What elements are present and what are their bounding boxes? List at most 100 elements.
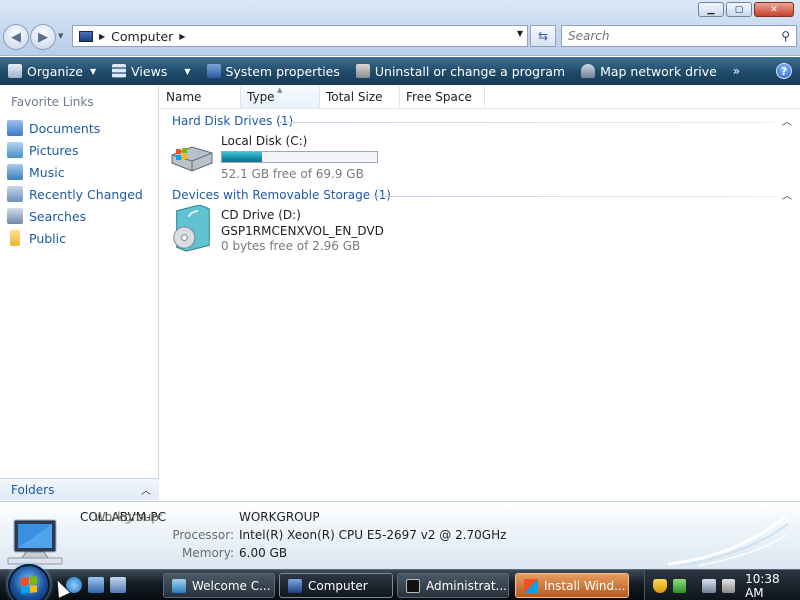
title-bar: ▁ ▢ ✕ ◀ ▶ ▼ ▶ Computer ▶ ▼ ⇆ ⚲: [0, 0, 800, 56]
nav-recently-changed[interactable]: Recently Changed: [0, 183, 158, 205]
workgroup-value: WORKGROUP: [239, 510, 320, 524]
more-commands-button[interactable]: »: [725, 57, 748, 85]
collapse-icon[interactable]: ︿: [782, 113, 792, 128]
drive-usage-bar: [221, 151, 378, 163]
computer-icon: [79, 30, 93, 42]
back-arrow-icon: ◀: [11, 29, 21, 45]
drive-cd-d[interactable]: CD Drive (D:) GSP1RMCENXVOL_EN_DVD 0 byt…: [160, 205, 800, 255]
chevron-down-icon: ▼: [58, 32, 64, 40]
maximize-button[interactable]: ▢: [726, 2, 752, 17]
sort-ascending-icon: ▲: [277, 86, 283, 94]
decorative-swoosh: [668, 514, 788, 566]
nav-label: Public: [29, 230, 66, 246]
column-type[interactable]: Type ▲: [241, 86, 320, 108]
chevron-up-icon: ︿: [141, 486, 151, 497]
security-shield-icon[interactable]: [653, 578, 667, 593]
group-title: Hard Disk Drives (1): [172, 114, 294, 128]
public-icon: [10, 230, 20, 246]
uninstall-program-button[interactable]: Uninstall or change a program: [348, 57, 573, 85]
column-total-size[interactable]: Total Size: [320, 86, 400, 108]
welcome-center-icon: [172, 578, 186, 593]
computer-icon: [288, 578, 302, 593]
map-network-drive-label: Map network drive: [600, 63, 717, 79]
pictures-icon: [7, 142, 23, 158]
show-desktop-icon[interactable]: [88, 577, 104, 593]
windows-update-icon[interactable]: [672, 578, 687, 593]
group-title: Devices with Removable Storage (1): [172, 188, 391, 202]
taskbar-item-welcome[interactable]: Welcome C...: [163, 573, 275, 598]
nav-searches[interactable]: Searches: [0, 205, 158, 227]
refresh-button[interactable]: ⇆: [530, 25, 556, 47]
window-controls: ▁ ▢ ✕: [698, 2, 794, 17]
organize-icon: [8, 64, 22, 78]
network-icon[interactable]: [702, 578, 716, 593]
group-hard-disk-drives[interactable]: Hard Disk Drives (1) ︿: [160, 111, 800, 131]
minimize-button[interactable]: ▁: [698, 2, 724, 17]
navigation-pane: Favorite Links Documents Pictures Music …: [0, 86, 159, 500]
group-removable-storage[interactable]: Devices with Removable Storage (1) ︿: [160, 185, 800, 205]
nav-label: Recently Changed: [29, 186, 143, 202]
nav-documents[interactable]: Documents: [0, 117, 158, 139]
taskbar-item-install-windows[interactable]: Install Wind...: [515, 573, 629, 598]
memory-label: Memory:: [182, 546, 234, 560]
drive-volume-label: GSP1RMCENXVOL_EN_DVD: [221, 224, 384, 238]
volume-muted-icon[interactable]: [721, 578, 736, 593]
clock[interactable]: 10:38 AM: [745, 572, 800, 600]
recent-pages-dropdown[interactable]: ▼: [58, 32, 63, 40]
views-label: Views: [131, 63, 168, 79]
back-button[interactable]: ◀: [3, 24, 29, 50]
search-box[interactable]: ⚲: [561, 25, 797, 47]
map-network-drive-button[interactable]: Map network drive: [573, 57, 725, 85]
nav-music[interactable]: Music: [0, 161, 158, 183]
nav-label: Music: [29, 164, 65, 180]
chevron-down-icon: ▼: [184, 66, 191, 76]
folders-label: Folders: [11, 482, 55, 497]
column-type-label: Type: [247, 90, 275, 104]
windows-logo-icon: [21, 576, 37, 594]
column-name[interactable]: Name: [160, 86, 241, 108]
breadcrumb-separator-icon[interactable]: ▶: [99, 32, 105, 41]
address-bar[interactable]: ▶ Computer ▶ ▼: [72, 25, 528, 47]
drive-free-space: 52.1 GB free of 69.9 GB: [221, 167, 364, 181]
close-button[interactable]: ✕: [754, 2, 794, 17]
help-button[interactable]: ?: [776, 63, 792, 79]
install-windows-icon: [524, 578, 538, 593]
forward-button[interactable]: ▶: [30, 24, 56, 50]
group-divider: [372, 196, 774, 197]
chevron-down-icon: ▼: [90, 66, 97, 76]
recently-changed-icon: [7, 186, 23, 202]
drive-free-space: 0 bytes free of 2.96 GB: [221, 239, 361, 253]
drive-usage-fill: [222, 152, 262, 162]
nav-pictures[interactable]: Pictures: [0, 139, 158, 161]
folders-toggle[interactable]: Folders ︿: [0, 478, 159, 500]
address-dropdown-icon[interactable]: ▼: [517, 29, 523, 38]
hard-disk-icon: [171, 146, 213, 172]
memory-value: 6.00 GB: [239, 546, 288, 560]
column-headers: Name Type ▲ Total Size Free Space: [160, 86, 800, 109]
nav-public[interactable]: Public: [0, 227, 158, 249]
drive-local-disk-c[interactable]: Local Disk (C:) 52.1 GB free of 69.9 GB: [160, 131, 800, 181]
system-properties-icon: [206, 64, 221, 78]
music-icon: [7, 164, 23, 180]
search-input[interactable]: [568, 29, 768, 43]
breadcrumb-separator-icon[interactable]: ▶: [179, 32, 185, 41]
column-free-space[interactable]: Free Space: [400, 86, 485, 108]
command-bar: Organize ▼ Views ▼ System properties Uni…: [0, 57, 800, 85]
taskbar-item-computer[interactable]: Computer: [279, 573, 393, 598]
network-drive-icon: [581, 64, 596, 78]
organize-button[interactable]: Organize ▼: [0, 57, 104, 85]
computer-icon: [7, 519, 63, 565]
system-properties-button[interactable]: System properties: [199, 57, 348, 85]
processor-value: Intel(R) Xeon(R) CPU E5-2697 v2 @ 2.70GH…: [239, 528, 507, 542]
task-label: Computer: [308, 578, 368, 593]
switch-windows-icon[interactable]: [110, 577, 126, 593]
collapse-icon[interactable]: ︿: [782, 187, 792, 202]
file-list: Name Type ▲ Total Size Free Space Hard Di…: [160, 86, 800, 500]
taskbar-item-administrator[interactable]: Administrat...: [397, 573, 509, 598]
uninstall-label: Uninstall or change a program: [374, 63, 566, 79]
search-icon[interactable]: ⚲: [781, 29, 790, 43]
breadcrumb-computer[interactable]: Computer: [111, 29, 173, 44]
cd-drive-icon: [173, 205, 210, 252]
views-button[interactable]: Views ▼: [104, 57, 198, 85]
start-button[interactable]: [8, 564, 50, 600]
